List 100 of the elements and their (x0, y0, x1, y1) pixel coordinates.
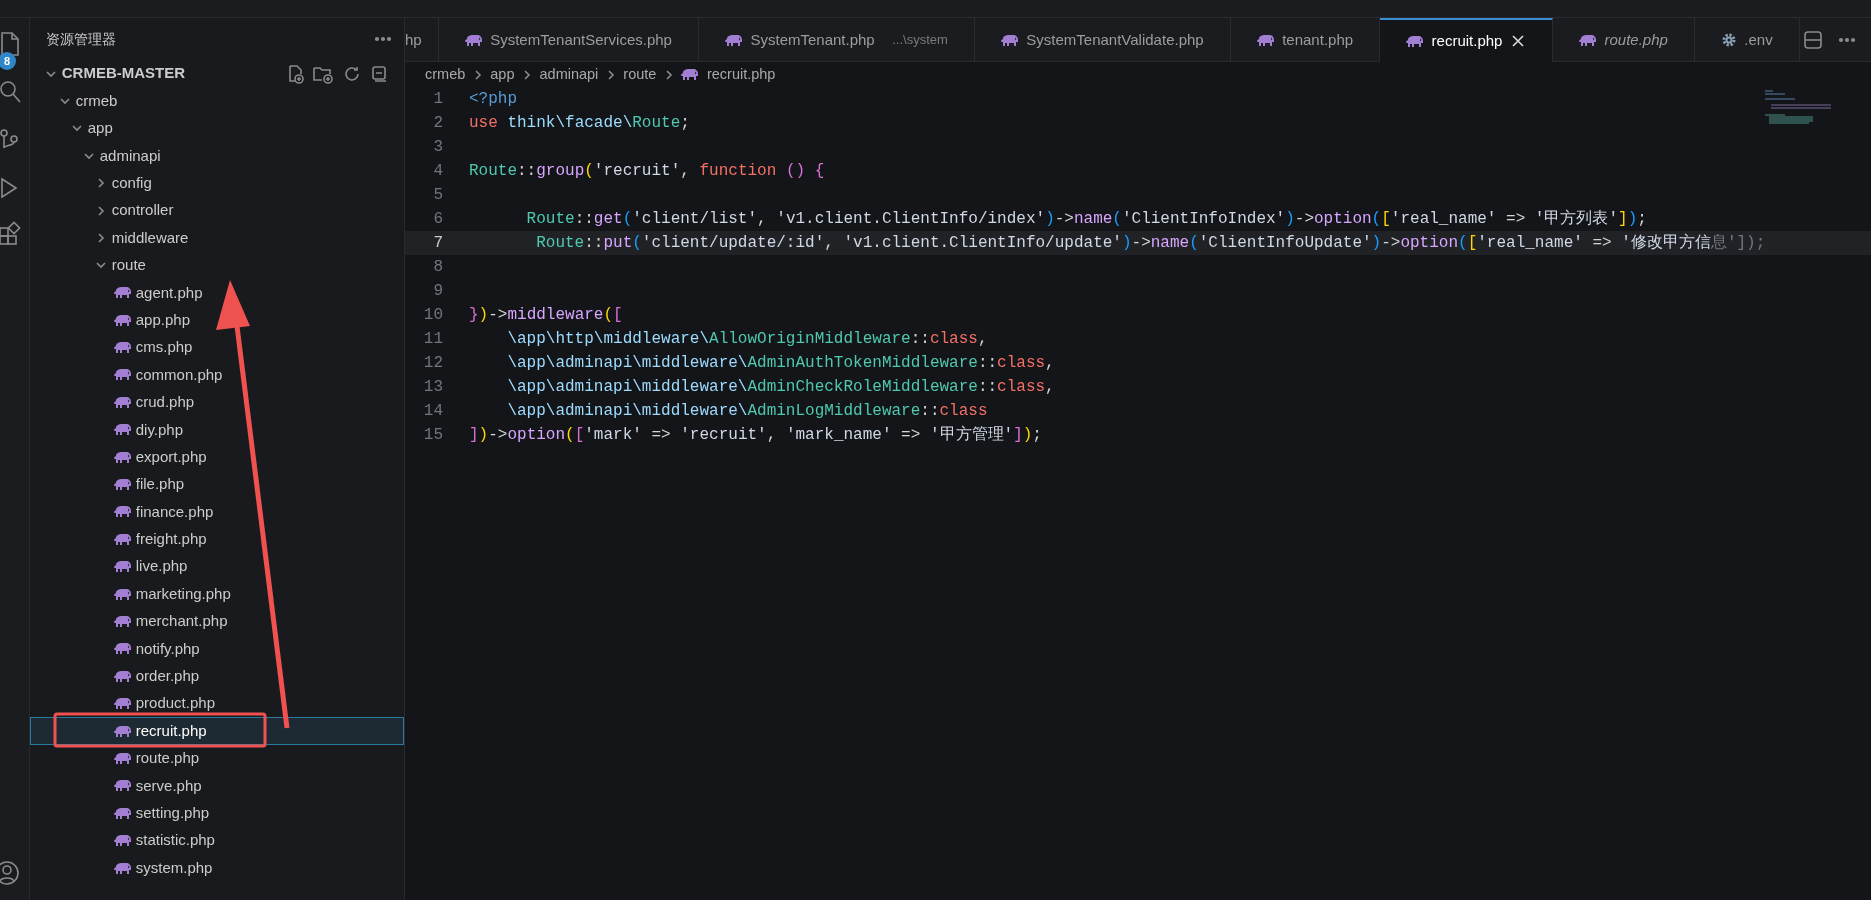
elephant-icon (114, 423, 132, 437)
collapse-icon[interactable] (369, 63, 389, 84)
file-item[interactable]: statistic.php (30, 826, 404, 855)
file-item[interactable]: cms.php (30, 333, 404, 362)
chevron-right-icon (605, 67, 616, 82)
code-line: \app\adminapi\middleware\AdminAuthTokenMiddleware::class, (506, 353, 1055, 374)
editor-tab[interactable]: route.php (1552, 18, 1695, 62)
breadcrumb-item[interactable]: adminapi (539, 63, 599, 86)
elephant-icon (724, 33, 743, 47)
close-icon[interactable] (1509, 33, 1526, 49)
file-item[interactable]: crud.php (30, 388, 404, 417)
explorer-root[interactable]: CRMEB-MASTER (30, 60, 404, 88)
split-editor-icon[interactable] (1803, 29, 1823, 50)
elephant-icon (114, 532, 132, 546)
line-number: 14 (422, 401, 444, 422)
file-item[interactable]: product.php (30, 690, 404, 718)
file-item[interactable]: marketing.php (30, 580, 404, 608)
code-line: Route::get('client/list', 'v1.client.ClientInfo/index')->name('ClientInfoIndex')->option(['real_name' => '甲方列表']); (525, 208, 1647, 230)
editor-tab[interactable]: .env (1694, 18, 1800, 62)
code-line: Route::put('client/update/:id', 'v1.client.ClientInfo/update')->name('ClientInfoUpdate')->option(['real_name' => '修改甲方信息']); (535, 232, 1766, 254)
code-line: })->middleware([ (469, 305, 623, 326)
folder-item[interactable]: crmeb (30, 87, 404, 115)
file-item[interactable]: serve.php (30, 772, 404, 800)
file-item[interactable]: diy.php (30, 416, 404, 444)
line-number: 1 (432, 89, 444, 110)
elephant-icon (114, 341, 132, 355)
elephant-icon (114, 313, 132, 327)
more-icon[interactable] (1838, 36, 1856, 43)
file-item[interactable]: route.php (30, 744, 404, 773)
editor-tab[interactable]: SystemTenantServices.php (438, 18, 699, 62)
elephant-icon (1000, 33, 1019, 47)
line-number: 3 (432, 137, 444, 158)
line-number: 6 (432, 209, 444, 230)
code-line: \app\http\middleware\AllowOriginMiddleware::class, (506, 329, 988, 350)
line-number: 12 (422, 353, 444, 374)
line-number: 4 (432, 161, 444, 182)
code-line: use think\facade\Route; (469, 113, 690, 134)
breadcrumb-item[interactable]: app (490, 63, 515, 86)
line-number: 13 (422, 377, 444, 398)
file-item[interactable]: finance.php (30, 498, 404, 526)
file-item[interactable]: export.php (30, 443, 404, 471)
folder-item[interactable]: config (30, 169, 404, 197)
notification-badge: 8 (0, 52, 16, 70)
elephant-icon (1406, 34, 1425, 48)
elephant-icon (114, 861, 132, 875)
file-item[interactable]: merchant.php (30, 607, 404, 636)
elephant-icon (114, 642, 132, 656)
line-number: 15 (422, 425, 444, 446)
elephant-icon (1256, 33, 1275, 47)
file-item[interactable]: common.php (30, 361, 404, 389)
editor-tab[interactable]: SystemTenant.php ...\system (698, 18, 975, 62)
line-number: 8 (432, 257, 444, 278)
elephant-icon (114, 834, 132, 848)
line-number: 10 (422, 305, 444, 326)
chevron-right-icon (522, 67, 532, 82)
elephant-icon (114, 587, 132, 601)
folder-item[interactable]: app (30, 114, 404, 143)
elephant-icon (114, 368, 132, 382)
folder-item[interactable]: controller (30, 196, 404, 225)
file-item[interactable]: agent.php (30, 279, 404, 307)
line-number: 11 (422, 329, 444, 350)
editor-tab[interactable]: hp (405, 18, 439, 62)
line-number: 2 (432, 113, 444, 134)
code-line: \app\adminapi\middleware\AdminLogMiddleware::class (506, 401, 988, 422)
file-item[interactable]: file.php (30, 470, 404, 499)
editor-tab[interactable]: SystemTenantValidate.php (974, 18, 1231, 62)
file-item[interactable]: setting.php (30, 799, 404, 827)
code-line: <?php (469, 89, 517, 110)
file-item[interactable]: system.php (30, 854, 404, 882)
breadcrumb-item[interactable]: route (623, 63, 657, 86)
chevron-right-icon (663, 67, 674, 82)
line-number: 5 (432, 185, 444, 206)
elephant-icon (114, 669, 132, 683)
breadcrumb-item[interactable]: crmeb (425, 63, 466, 86)
file-item[interactable]: recruit.php (30, 717, 404, 745)
elephant-icon (114, 697, 132, 711)
more-icon[interactable] (374, 36, 392, 42)
line-number: 9 (432, 281, 444, 302)
code-line: \app\adminapi\middleware\AdminCheckRoleMiddleware::class, (506, 377, 1055, 398)
elephant-icon (114, 779, 132, 793)
elephant-icon (114, 505, 132, 519)
gear-icon (1720, 32, 1737, 48)
elephant-icon (114, 615, 132, 628)
breadcrumb-item[interactable]: recruit.php (706, 63, 776, 86)
elephant-icon (114, 724, 132, 738)
editor-tab[interactable]: recruit.php (1380, 18, 1553, 62)
code-line: ])->option(['mark' => 'recruit', 'mark_name' => '甲方管理']); (469, 424, 1042, 446)
folder-item[interactable]: adminapi (30, 142, 404, 170)
file-item[interactable]: notify.php (30, 635, 404, 663)
file-item[interactable]: live.php (30, 553, 404, 581)
file-item[interactable]: freight.php (30, 525, 404, 554)
file-item[interactable]: app.php (30, 306, 404, 334)
file-item[interactable]: order.php (30, 662, 404, 690)
line-number: 7 (432, 233, 444, 254)
elephant-icon (114, 450, 132, 464)
elephant-icon (114, 560, 132, 574)
code-line: Route::group('recruit', function () { (469, 161, 825, 182)
elephant-icon (114, 286, 132, 300)
folder-item[interactable]: middleware (30, 224, 404, 252)
folder-item[interactable]: route (30, 251, 404, 280)
